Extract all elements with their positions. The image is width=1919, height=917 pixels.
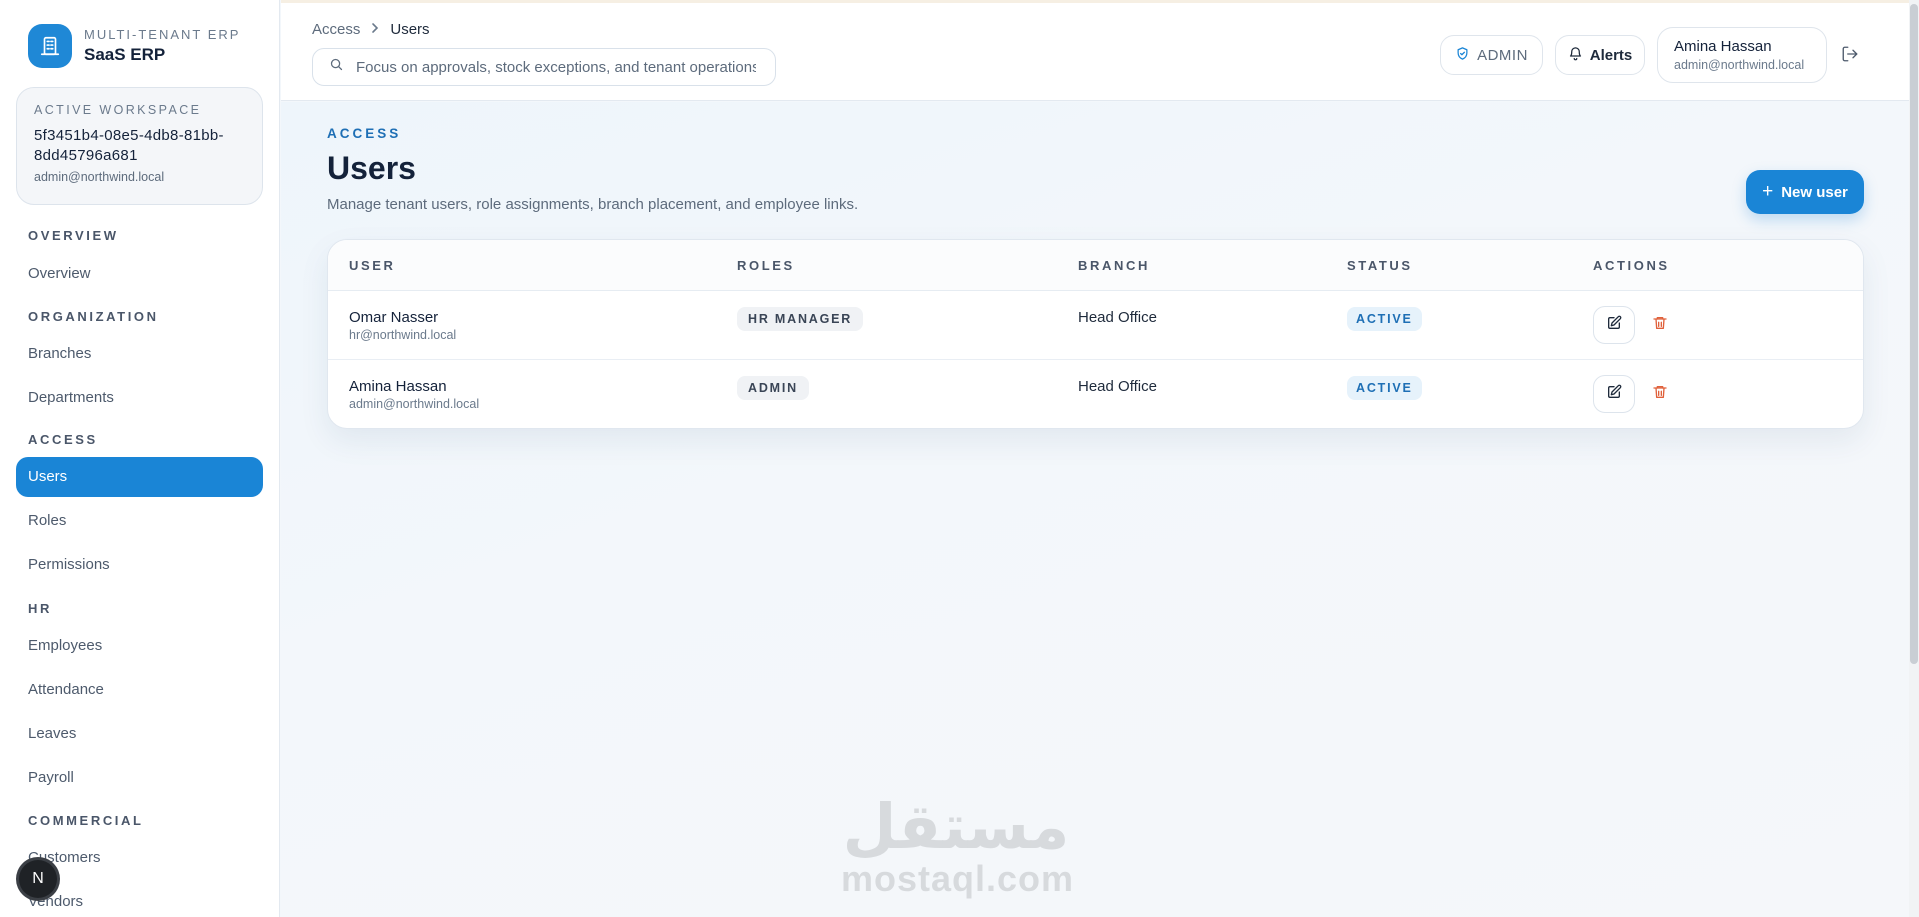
edit-icon (1606, 315, 1622, 336)
workspace-email: admin@northwind.local (34, 170, 165, 184)
role-pill-label: ADMIN (1477, 46, 1528, 64)
watermark-latin: mostaql.com (841, 858, 1075, 899)
table-row[interactable]: Amina Hassan admin@northwind.local ADMIN… (328, 360, 1863, 428)
plus-icon: + (1762, 181, 1774, 202)
brand[interactable]: MULTI-TENANT ERP SaaS ERP (28, 24, 240, 68)
column-header-user: USER (349, 258, 396, 273)
active-workspace-card[interactable]: ACTIVE WORKSPACE 5f3451b4-08e5-4db8-81bb… (16, 87, 263, 205)
sidebar: MULTI-TENANT ERP SaaS ERP ACTIVE WORKSPA… (0, 0, 280, 917)
main-content: ACCESS Users Manage tenant users, role a… (281, 102, 1919, 917)
nav-section-commercial: COMMERCIAL (28, 813, 144, 828)
topbar: Access Users ADMIN Alerts Amina Hassan a… (281, 0, 1919, 101)
page-eyebrow: ACCESS (327, 126, 402, 141)
table-row[interactable]: Omar Nasser hr@northwind.local HR MANAGE… (328, 291, 1863, 360)
breadcrumb-access[interactable]: Access (312, 21, 360, 38)
sidebar-item-leaves[interactable]: Leaves (16, 714, 263, 754)
role-pill[interactable]: ADMIN (1440, 35, 1543, 75)
user-menu[interactable]: Amina Hassan admin@northwind.local (1657, 27, 1827, 83)
sidebar-item-roles[interactable]: Roles (16, 501, 263, 541)
nav-section-organization: ORGANIZATION (28, 309, 159, 324)
brand-subtitle: MULTI-TENANT ERP (84, 27, 241, 42)
column-header-actions: ACTIONS (1593, 258, 1670, 273)
scrollbar[interactable] (1909, 0, 1919, 917)
chevron-right-icon (370, 22, 380, 37)
branch-cell: Head Office (1078, 378, 1157, 395)
watermark: مستقل mostaql.com (841, 790, 1075, 900)
logout-icon[interactable] (1841, 45, 1861, 65)
sidebar-item-departments[interactable]: Departments (16, 378, 263, 418)
breadcrumb-users: Users (390, 21, 430, 38)
new-user-label: New user (1781, 183, 1848, 201)
edit-button[interactable] (1593, 306, 1635, 344)
table-header: USER ROLES BRANCH STATUS ACTIONS (328, 240, 1863, 291)
sidebar-item-attendance[interactable]: Attendance (16, 670, 263, 710)
alerts-button[interactable]: Alerts (1555, 35, 1645, 75)
bell-icon (1568, 46, 1583, 65)
user-email-cell: admin@northwind.local (349, 397, 480, 411)
nav-section-access: ACCESS (28, 432, 98, 447)
new-user-button[interactable]: + New user (1746, 170, 1864, 214)
building-icon (28, 24, 72, 68)
shield-check-icon (1455, 46, 1470, 65)
user-name-cell: Amina Hassan (349, 378, 447, 395)
breadcrumb: Access Users (312, 21, 430, 38)
scrollbar-thumb[interactable] (1910, 4, 1918, 664)
user-name-cell: Omar Nasser (349, 309, 439, 326)
brand-name: SaaS ERP (84, 45, 166, 64)
sidebar-item-branches[interactable]: Branches (16, 334, 263, 374)
alerts-label: Alerts (1589, 46, 1633, 64)
nav-section-overview: OVERVIEW (28, 228, 119, 243)
column-header-status: STATUS (1347, 258, 1413, 273)
workspace-id: 5f3451b4-08e5-4db8-81bb-8dd45796a681 (34, 127, 224, 164)
watermark-arabic: مستقل (842, 790, 1070, 863)
search-icon (329, 57, 344, 77)
column-header-roles: ROLES (737, 258, 795, 273)
sidebar-item-employees[interactable]: Employees (16, 626, 263, 666)
edit-button[interactable] (1593, 375, 1635, 413)
users-table: USER ROLES BRANCH STATUS ACTIONS Omar Na… (327, 239, 1864, 429)
status-badge: ACTIVE (1347, 307, 1422, 331)
user-name: Amina Hassan (1674, 38, 1772, 55)
role-chip: HR MANAGER (737, 307, 864, 331)
workspace-label: ACTIVE WORKSPACE (34, 103, 202, 117)
search-box[interactable] (312, 48, 776, 86)
search-input[interactable] (356, 58, 756, 76)
sidebar-item-permissions[interactable]: Permissions (16, 545, 263, 585)
edit-icon (1606, 384, 1622, 405)
role-chip: ADMIN (737, 376, 809, 400)
sidebar-item-payroll[interactable]: Payroll (16, 758, 263, 798)
sidebar-item-users[interactable]: Users (16, 457, 263, 497)
trash-icon (1652, 315, 1668, 336)
nav-section-hr: HR (28, 601, 52, 616)
trash-icon (1652, 384, 1668, 405)
delete-button[interactable] (1647, 306, 1673, 344)
devtools-badge[interactable]: N (19, 860, 57, 898)
user-email-cell: hr@northwind.local (349, 328, 457, 342)
page-title: Users (327, 150, 416, 186)
sidebar-item-overview[interactable]: Overview (16, 254, 263, 294)
branch-cell: Head Office (1078, 309, 1157, 326)
page-description: Manage tenant users, role assignments, b… (327, 196, 859, 213)
delete-button[interactable] (1647, 375, 1673, 413)
status-badge: ACTIVE (1347, 376, 1422, 400)
user-email: admin@northwind.local (1674, 58, 1805, 72)
column-header-branch: BRANCH (1078, 258, 1150, 273)
